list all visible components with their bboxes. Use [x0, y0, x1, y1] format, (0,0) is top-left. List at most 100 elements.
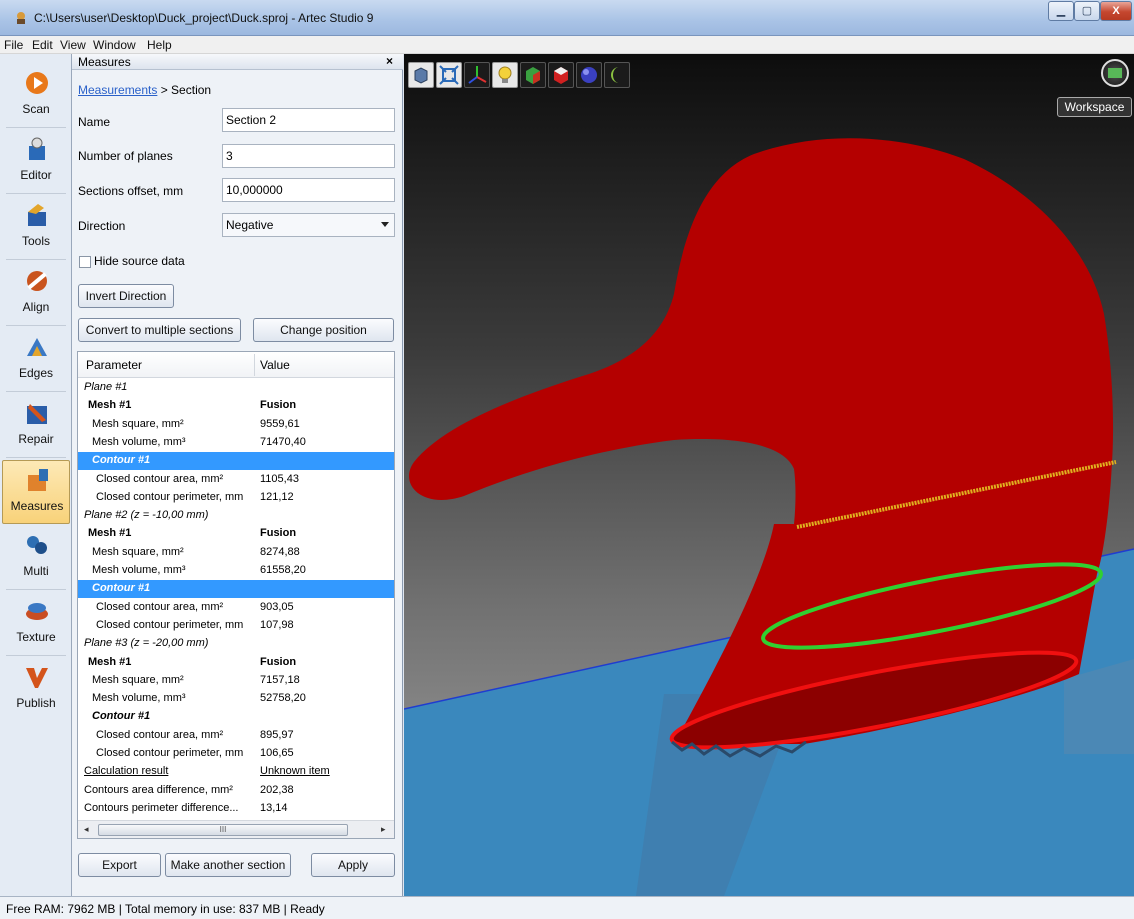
chevron-down-icon — [381, 222, 389, 227]
table-row[interactable]: Contour #1 — [78, 452, 394, 471]
table-row[interactable]: Contours perimeter difference... 13,14 — [78, 800, 394, 818]
sphere-icon[interactable] — [576, 62, 602, 88]
table-row[interactable]: Plane #3 (z = -20,00 mm) — [78, 635, 394, 653]
table-row[interactable]: Mesh #1 Fusion — [78, 525, 394, 543]
view-cube-icon[interactable] — [408, 62, 434, 88]
tool-repair[interactable]: Repair — [2, 394, 70, 458]
menu-file[interactable]: File — [4, 38, 23, 52]
table-row[interactable]: Contour #1 — [78, 708, 394, 726]
row-value: 202,38 — [260, 783, 294, 796]
invert-direction-button[interactable]: Invert Direction — [78, 284, 174, 308]
publish-icon — [26, 668, 48, 688]
app-icon — [17, 12, 25, 24]
maximize-button[interactable]: ▢ — [1074, 1, 1100, 21]
edges-icon — [27, 338, 47, 356]
row-parameter: Closed contour area, mm² — [96, 600, 224, 613]
row-value: 121,12 — [260, 490, 294, 503]
parameter-table: Parameter Value Plane #1 Mesh #1 Fusion Mes… — [77, 351, 395, 839]
planes-field[interactable]: 3 — [222, 144, 395, 168]
minimize-button[interactable]: ▁ — [1048, 1, 1074, 21]
tool-label: Repair — [18, 432, 54, 446]
menu-edit[interactable]: Edit — [32, 38, 53, 52]
tool-publish[interactable]: Publish — [2, 658, 70, 722]
row-parameter: Plane #3 (z = -20,00 mm) — [84, 637, 209, 650]
row-value: 1105,43 — [260, 472, 299, 485]
tool-label: Align — [22, 300, 50, 314]
offset-field[interactable]: 10,000000 — [222, 178, 395, 202]
table-row[interactable]: Contour #1 — [78, 580, 394, 599]
breadcrumb-measurements-link[interactable]: Measurements — [78, 83, 157, 97]
apply-button[interactable]: Apply — [311, 853, 395, 877]
table-row[interactable]: Mesh #1 Fusion — [78, 397, 394, 415]
workspace-icon[interactable] — [1101, 59, 1129, 87]
table-row[interactable]: Closed contour area, mm² 1105,43 — [78, 471, 394, 489]
export-button[interactable]: Export — [78, 853, 161, 877]
menu-view[interactable]: View — [60, 38, 86, 52]
table-row[interactable]: Plane #2 (z = -10,00 mm) — [78, 507, 394, 525]
menu-window[interactable]: Window — [93, 38, 136, 52]
tool-editor[interactable]: Editor — [2, 130, 70, 194]
moon-icon[interactable] — [604, 62, 630, 88]
row-parameter: Mesh volume, mm³ — [92, 564, 186, 576]
change-position-button[interactable]: Change position — [253, 318, 394, 342]
texture-cube-icon[interactable] — [520, 62, 546, 88]
row-value: 107,98 — [260, 618, 294, 631]
convert-sections-button[interactable]: Convert to multiple sections — [78, 318, 241, 342]
horizontal-scrollbar[interactable]: ◂ III ▸ — [78, 820, 394, 838]
table-row[interactable]: Calculation result Unknown item — [78, 763, 394, 781]
direction-value: Negative — [226, 218, 274, 232]
scroll-left-icon[interactable]: ◂ — [84, 824, 89, 835]
table-row[interactable]: Closed contour area, mm² 903,05 — [78, 599, 394, 617]
light-bulb-icon[interactable] — [492, 62, 518, 88]
row-value: 106,65 — [260, 747, 294, 759]
scene-canvas[interactable] — [404, 54, 1134, 896]
table-row[interactable]: Closed contour area, mm² 895,97 — [78, 727, 394, 745]
row-parameter: Contour #1 — [92, 710, 151, 723]
hide-source-checkbox[interactable] — [79, 256, 91, 268]
row-value: 9559,61 — [260, 417, 300, 430]
panel-close-icon[interactable]: × — [386, 54, 393, 68]
3d-viewport[interactable]: Workspace — [404, 54, 1134, 896]
menu-help[interactable]: Help — [147, 38, 172, 52]
tool-scan[interactable]: Scan — [2, 64, 70, 128]
table-row[interactable]: Mesh square, mm² 7157,18 — [78, 672, 394, 690]
tool-texture[interactable]: Texture — [2, 592, 70, 656]
texture-icon — [26, 603, 48, 620]
row-value: 52758,20 — [260, 692, 306, 705]
table-row[interactable]: Closed contour perimeter, mm 121,12 — [78, 489, 394, 507]
table-row[interactable]: Contours area difference, mm² 202,38 — [78, 782, 394, 800]
table-row[interactable]: Plane #1 — [78, 379, 394, 397]
name-field[interactable]: Section 2 — [222, 108, 395, 132]
panel-title: Measures — [78, 55, 131, 69]
editor-icon — [29, 137, 45, 160]
workspace-label[interactable]: Workspace — [1057, 97, 1132, 117]
table-row[interactable]: Mesh volume, mm³ 61558,20 — [78, 562, 394, 580]
scroll-thumb[interactable]: III — [98, 824, 348, 836]
planes-label: Number of planes — [78, 149, 173, 163]
table-row[interactable]: Mesh volume, mm³ 71470,40 — [78, 434, 394, 452]
row-parameter: Contour #1 — [92, 454, 151, 467]
shaded-cube-icon[interactable] — [548, 62, 574, 88]
tool-multi[interactable]: Multi — [2, 526, 70, 590]
close-button[interactable]: X — [1100, 1, 1132, 21]
table-row[interactable]: Mesh square, mm² 9559,61 — [78, 416, 394, 434]
tool-measures[interactable]: Measures — [2, 460, 70, 524]
axes-icon[interactable] — [464, 62, 490, 88]
tool-label: Publish — [16, 696, 56, 710]
row-value: 61558,20 — [260, 564, 306, 576]
table-row[interactable]: Mesh square, mm² 8274,88 — [78, 544, 394, 562]
tool-tools[interactable]: Tools — [2, 196, 70, 260]
fit-view-icon[interactable] — [436, 62, 462, 88]
scroll-right-icon[interactable]: ▸ — [381, 824, 386, 835]
table-row[interactable]: Closed contour perimeter, mm 106,65 — [78, 745, 394, 763]
tool-label: Edges — [18, 366, 54, 380]
row-parameter: Closed contour area, mm² — [96, 472, 224, 485]
make-another-section-button[interactable]: Make another section — [165, 853, 291, 877]
table-row[interactable]: Mesh volume, mm³ 52758,20 — [78, 690, 394, 708]
align-icon — [27, 271, 47, 291]
tool-edges[interactable]: Edges — [2, 328, 70, 392]
direction-select[interactable]: Negative — [222, 213, 395, 237]
tool-align[interactable]: Align — [2, 262, 70, 326]
table-row[interactable]: Mesh #1 Fusion — [78, 654, 394, 672]
table-row[interactable]: Closed contour perimeter, mm 107,98 — [78, 617, 394, 635]
